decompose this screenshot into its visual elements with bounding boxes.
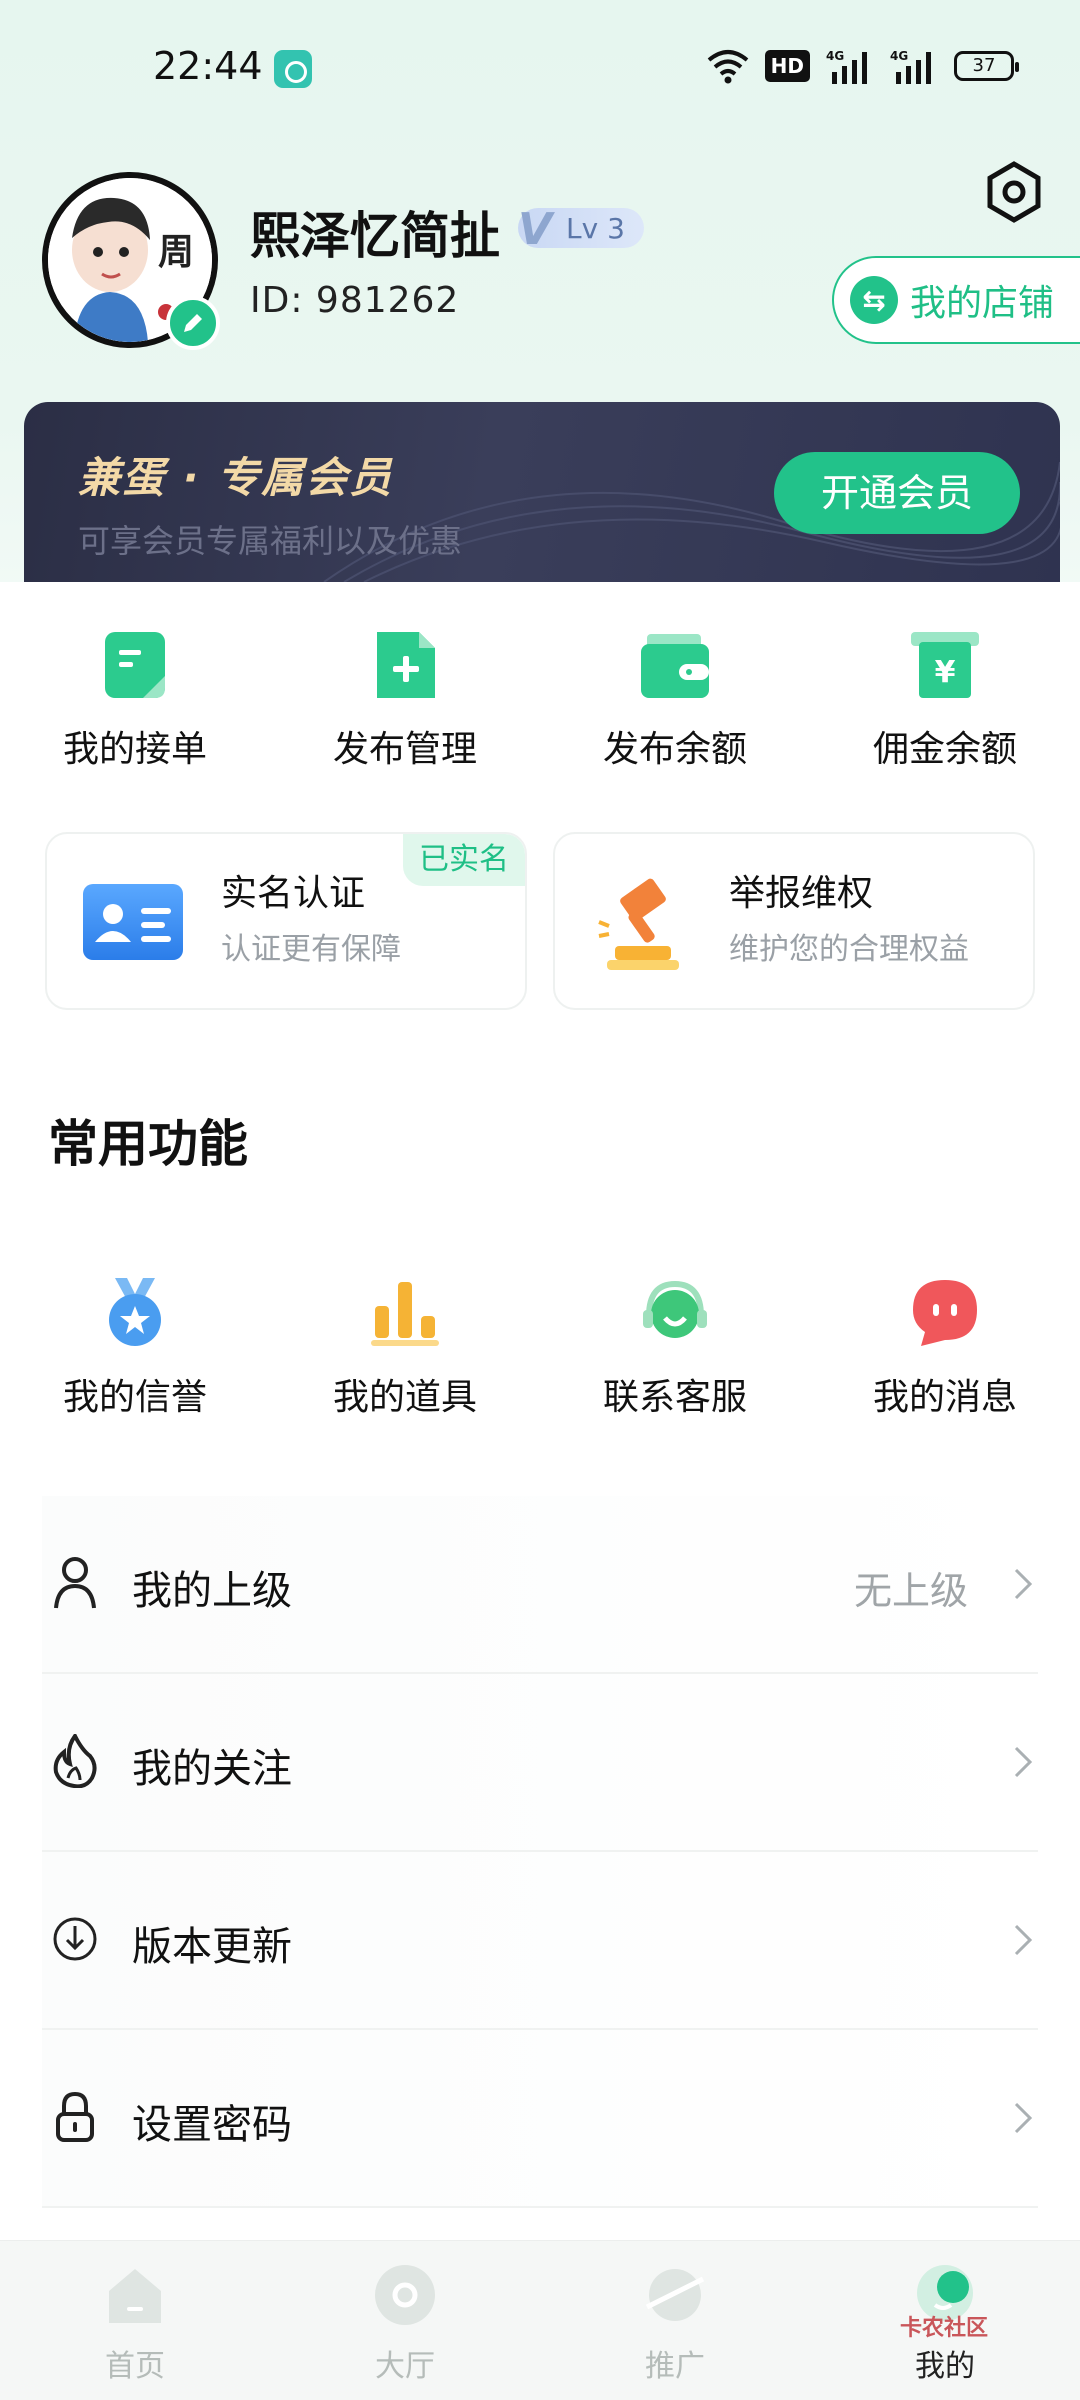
bar-chart-icon xyxy=(371,1282,439,1346)
id-card-icon xyxy=(83,884,183,960)
common-functions: 我的信誉 我的道具 联系客服 我的消息 xyxy=(0,1276,1080,1426)
list-item-set-password[interactable]: 设置密码 xyxy=(42,2030,1038,2208)
quick-action-commission-balance[interactable]: ¥ 佣金余额 xyxy=(845,628,1045,772)
nav-tab-home[interactable]: 首页 xyxy=(55,2263,215,2385)
svg-text:周: 周 xyxy=(158,231,194,273)
svg-text:4G: 4G xyxy=(826,49,844,63)
order-icon xyxy=(105,632,165,698)
vip-subtitle: 可享会员专属福利以及优惠 xyxy=(78,522,463,560)
vip-title: 兼蛋 · 专属会员 xyxy=(78,453,394,502)
svg-text:¥: ¥ xyxy=(935,655,956,690)
function-label: 我的道具 xyxy=(332,1377,477,1418)
signal-icon-2: 4G xyxy=(890,49,931,84)
quick-action-publish-balance[interactable]: 发布余额 xyxy=(575,628,775,772)
username: 熙泽忆简扯 xyxy=(250,207,500,265)
list-label: 版本更新 xyxy=(132,1924,292,1970)
card-subtitle: 维护您的合理权益 xyxy=(729,932,969,967)
function-label: 联系客服 xyxy=(602,1377,747,1418)
download-icon xyxy=(53,1917,97,1961)
quick-action-label: 我的接单 xyxy=(62,729,207,770)
quick-action-label: 发布管理 xyxy=(332,729,477,770)
quick-action-my-orders[interactable]: 我的接单 xyxy=(35,628,235,772)
quick-action-publish-manage[interactable]: 发布管理 xyxy=(305,628,505,772)
swap-icon: ⇆ xyxy=(850,276,898,324)
card-subtitle: 认证更有保障 xyxy=(221,932,401,967)
user-id: ID: 981262 xyxy=(250,280,460,321)
nav-label: 推广 xyxy=(645,2349,705,2384)
function-label: 我的消息 xyxy=(872,1377,1017,1418)
function-customer-service[interactable]: 联系客服 xyxy=(575,1276,775,1420)
list-label: 设置密码 xyxy=(132,2102,292,2148)
function-my-messages[interactable]: 我的消息 xyxy=(845,1276,1045,1420)
battery-icon: 37 xyxy=(954,51,1019,81)
message-icon xyxy=(913,1280,977,1346)
wallet-icon xyxy=(641,634,709,698)
settings-icon[interactable] xyxy=(982,160,1046,224)
gavel-icon xyxy=(598,878,679,970)
function-label: 我的信誉 xyxy=(62,1377,207,1418)
card-title: 实名认证 xyxy=(221,873,366,914)
function-my-props[interactable]: 我的道具 xyxy=(305,1276,505,1420)
edit-avatar-button[interactable] xyxy=(166,296,220,350)
card-title: 举报维权 xyxy=(729,873,874,914)
nav-tab-hall[interactable]: 大厅 xyxy=(325,2263,485,2385)
my-shop-button[interactable]: ⇆ 我的店铺 xyxy=(832,256,1080,344)
watermark: 卡农社区 xyxy=(900,2316,989,2341)
person-icon xyxy=(54,1557,96,1609)
list-item-my-superior[interactable]: 我的上级 无上级 xyxy=(42,1496,1038,1674)
nav-label: 大厅 xyxy=(375,2349,435,2384)
verified-badge: 已实名 xyxy=(403,834,525,886)
settings-list: 我的上级 无上级 我的关注 版本更新 设置密码 xyxy=(42,1496,1038,2208)
nav-label: 首页 xyxy=(105,2349,165,2384)
chevron-right-icon xyxy=(1014,1568,1033,1600)
vip-banner[interactable]: 兼蛋 · 专属会员 可享会员专属福利以及优惠 开通会员 xyxy=(24,402,1060,582)
vip-v-icon: V xyxy=(518,204,553,255)
hd-voice-icon: HD xyxy=(764,50,810,82)
pencil-icon xyxy=(184,314,202,332)
status-bar: 22:44 HD 4G 4G 37 xyxy=(0,0,1080,130)
level-text: Lv 3 xyxy=(566,211,625,245)
level-badge: V Lv 3 xyxy=(518,204,644,255)
nav-label: 我的 xyxy=(915,2349,975,2384)
list-item-version-update[interactable]: 版本更新 xyxy=(42,1852,1038,2030)
quick-action-label: 发布余额 xyxy=(602,729,747,770)
status-time: 22:44 xyxy=(153,44,263,88)
real-name-verify-card[interactable]: 实名认证 认证更有保障 已实名 xyxy=(45,832,527,1010)
notification-app-icon xyxy=(274,50,312,88)
function-my-credit[interactable]: 我的信誉 xyxy=(35,1276,235,1420)
publish-icon xyxy=(377,632,435,698)
list-label: 我的上级 xyxy=(132,1568,292,1614)
flame-icon xyxy=(53,1734,97,1788)
list-item-my-follow[interactable]: 我的关注 xyxy=(42,1674,1038,1852)
nav-tab-promote[interactable]: 推广 xyxy=(595,2263,755,2385)
lock-icon xyxy=(56,2091,94,2142)
headset-icon xyxy=(643,1280,707,1338)
chevron-right-icon xyxy=(1014,1924,1033,1956)
hall-icon xyxy=(375,2265,435,2325)
planet-icon xyxy=(645,2269,705,2321)
list-value: 无上级 xyxy=(853,1569,968,1613)
chevron-right-icon xyxy=(1014,2102,1033,2134)
commission-icon: ¥ xyxy=(911,632,979,698)
report-rights-card[interactable]: 举报维权 维护您的合理权益 xyxy=(553,832,1035,1010)
open-vip-button[interactable]: 开通会员 xyxy=(774,452,1020,534)
status-indicators: HD 4G 4G 37 xyxy=(707,48,1019,84)
svg-text:4G: 4G xyxy=(890,49,908,63)
medal-icon xyxy=(109,1278,161,1346)
wifi-icon xyxy=(707,50,748,84)
signal-icon-1: 4G xyxy=(826,49,867,84)
list-label: 我的关注 xyxy=(132,1746,292,1792)
quick-action-label: 佣金余额 xyxy=(872,729,1017,770)
chevron-right-icon xyxy=(1014,1746,1033,1778)
my-shop-label: 我的店铺 xyxy=(910,283,1055,324)
section-title: 常用功能 xyxy=(48,1115,248,1173)
home-icon xyxy=(109,2269,161,2323)
quick-actions: 我的接单 发布管理 发布余额 ¥ 佣金余额 xyxy=(0,628,1080,778)
